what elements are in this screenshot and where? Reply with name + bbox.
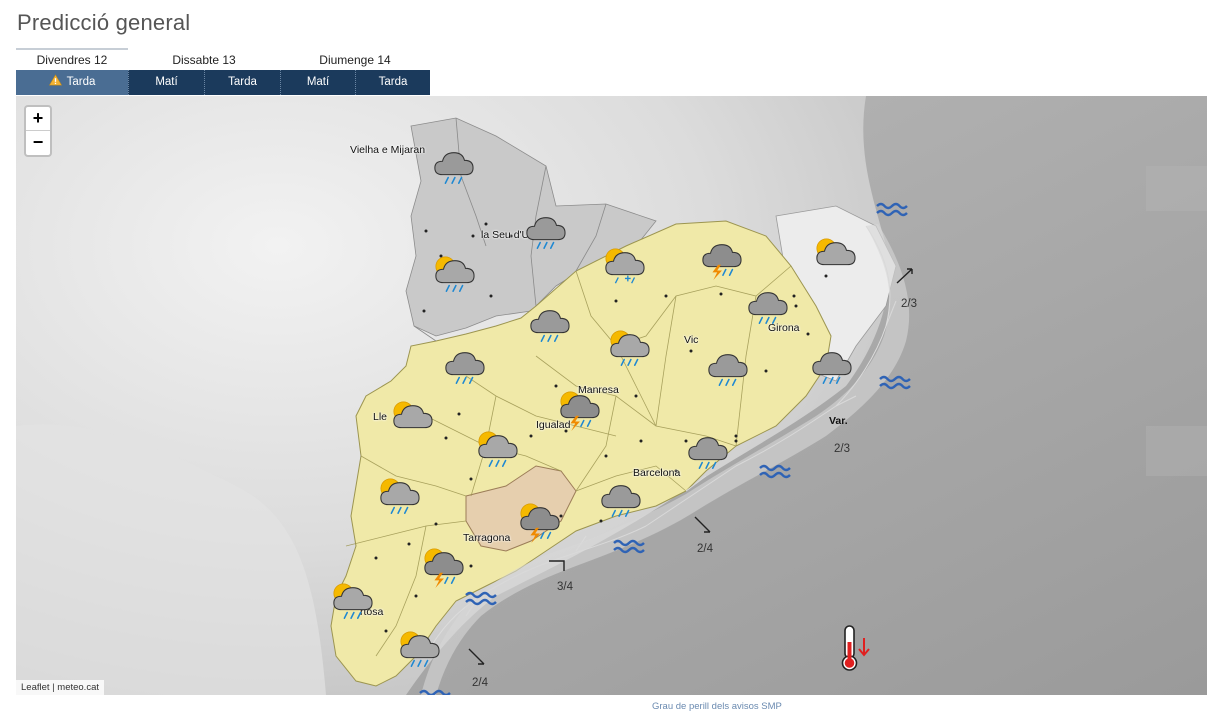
cloud-rain-icon[interactable] [522, 211, 568, 251]
day-tab-diumenge[interactable]: Diumenge 14 [280, 48, 430, 70]
sea-label-variable: Var. [829, 415, 848, 427]
zoom-in-button[interactable]: + [26, 107, 50, 131]
warning-icon [48, 74, 62, 86]
wind-direction-icon [549, 560, 565, 571]
day-tab-dissabte[interactable]: Dissabte 13 [128, 48, 280, 70]
wave-icon [876, 202, 908, 217]
wind-direction-icon [694, 516, 711, 533]
city-label-tarragona: Tarragona [463, 532, 511, 544]
thermometer-down-icon [841, 625, 870, 671]
cloud-rain-icon[interactable] [441, 346, 487, 386]
cloud-rain-icon[interactable] [744, 286, 790, 326]
cloud-rain-icon[interactable] [526, 304, 572, 344]
wave-icon [613, 539, 645, 554]
city-label-vielha: Vielha e Mijaran [350, 144, 426, 156]
day-tab-divendres[interactable]: Divendres 12 [16, 48, 128, 70]
cloud-rain-icon[interactable] [704, 348, 750, 388]
wind-direction-icon [468, 648, 485, 665]
period-tab-dissabte-tarda[interactable]: Tarda [204, 70, 280, 95]
period-tab-dissabte-mati[interactable]: Matí [128, 70, 204, 95]
period-tab-diumenge-mati[interactable]: Matí [280, 70, 355, 95]
sun-cloud-rain-icon[interactable] [396, 629, 442, 669]
page-title: Predicció general [17, 10, 191, 35]
sun-cloud-rain-icon[interactable] [376, 476, 422, 516]
forecast-map[interactable]: + − Vielha e Mijaran la Seu d'Ur Vic Gir… [16, 96, 1207, 695]
sun-cloud-sleet-icon[interactable] [601, 246, 647, 286]
sun-cloud-rain-icon[interactable] [431, 254, 477, 294]
zoom-out-button[interactable]: − [26, 131, 50, 155]
cloud-rain-icon[interactable] [597, 479, 643, 519]
meteocat-link[interactable]: meteo.cat [57, 682, 99, 693]
city-label-barcelona: Barcelona [633, 467, 681, 479]
period-tab-divendres-tarda[interactable]: Tarda [16, 70, 128, 95]
sea-state-label: 3/4 [557, 581, 573, 593]
wind-direction-icon [896, 268, 913, 284]
cloud-storm-icon[interactable] [698, 238, 744, 280]
zoom-control: + − [24, 105, 52, 157]
sun-cloud-icon[interactable] [389, 399, 435, 439]
sea-state-label: 2/4 [697, 543, 713, 555]
cloud-rain-icon[interactable] [684, 431, 730, 471]
sun-cloud-storm-icon[interactable] [556, 389, 602, 431]
period-tab-diumenge-tarda[interactable]: Tarda [355, 70, 430, 95]
period-label: Tarda [66, 76, 96, 88]
sea-state-label: 2/4 [472, 677, 488, 689]
map-attribution: Leaflet | meteo.cat [16, 680, 104, 695]
sun-cloud-storm-icon[interactable] [420, 546, 466, 588]
city-label-lleida: Lle [373, 411, 388, 423]
leaflet-link[interactable]: Leaflet [21, 682, 50, 693]
sun-cloud-rain-icon[interactable] [606, 328, 652, 368]
city-label-vic: Vic [684, 334, 699, 346]
cloud-rain-icon[interactable] [808, 346, 854, 386]
sun-cloud-rain-icon[interactable] [329, 581, 375, 621]
sea-state-label: 2/3 [901, 298, 917, 310]
warning-legend-link[interactable]: Grau de perill dels avisos SMP [652, 701, 782, 712]
sun-cloud-icon[interactable] [812, 236, 858, 276]
forecast-period-selector: Divendres 12 Dissabte 13 Diumenge 14 Tar… [16, 48, 430, 96]
wave-icon [759, 464, 791, 479]
sea-state-label: 2/3 [834, 443, 850, 455]
sun-cloud-storm-icon[interactable] [516, 501, 562, 543]
cloud-rain-icon[interactable] [430, 146, 476, 186]
sun-cloud-rain-icon[interactable] [474, 429, 520, 469]
wave-icon [419, 689, 451, 695]
wave-icon [879, 375, 911, 390]
wave-icon [465, 591, 497, 606]
